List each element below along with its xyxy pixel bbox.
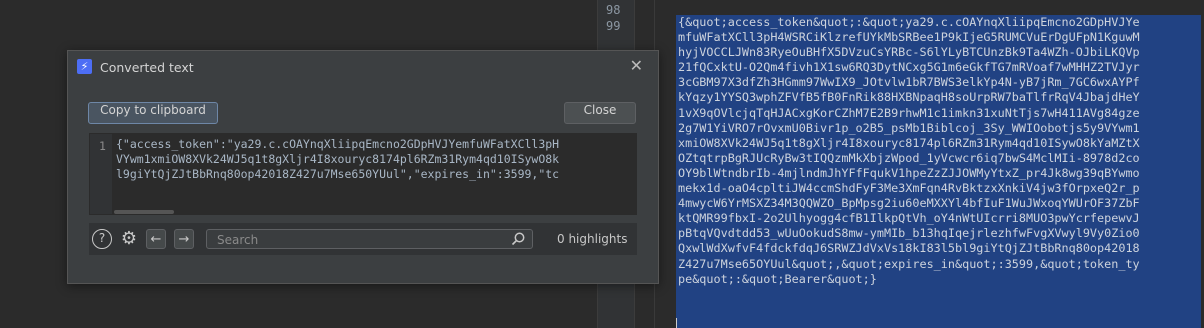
text-caret [676,318,677,328]
selected-text[interactable]: {&quot;access_token&quot;:&quot;ya29.c.c… [676,15,1201,287]
code-preview[interactable]: 1 {"access_token":"ya29.c.cOAYnqXliipqEm… [89,133,637,215]
line-number: 99 [606,19,621,33]
copy-to-clipboard-button[interactable]: Copy to clipboard [88,102,218,124]
converted-text-dialog: ⚡ Converted text ✕ Copy to clipboard Clo… [67,50,659,284]
gear-icon[interactable]: ⚙ [119,229,139,249]
help-icon[interactable]: ? [92,229,112,249]
code-text[interactable]: {"access_token":"ya29.c.cOAYnqXliipqEmcn… [116,137,559,183]
line-number: 98 [606,3,621,17]
selected-text-block[interactable]: {&quot;access_token&quot;:&quot;ya29.c.c… [676,15,1201,328]
horizontal-scrollbar[interactable] [114,210,174,214]
close-icon[interactable]: ✕ [630,56,643,75]
highlight-count: 0 highlights [557,232,628,246]
previous-arrow-icon[interactable]: ← [146,229,166,249]
code-line-number: 1 [99,139,106,153]
dialog-title: Converted text [100,60,194,75]
lightning-icon: ⚡ [77,59,92,74]
search-icon[interactable] [510,231,526,247]
dialog-titlebar[interactable]: ⚡ Converted text ✕ [68,51,658,83]
search-box[interactable] [206,229,533,249]
search-input[interactable] [215,231,499,249]
close-button[interactable]: Close [564,102,636,124]
next-arrow-icon[interactable]: → [174,229,194,249]
find-bar: ? ⚙ ← → 0 highlights [89,223,637,255]
